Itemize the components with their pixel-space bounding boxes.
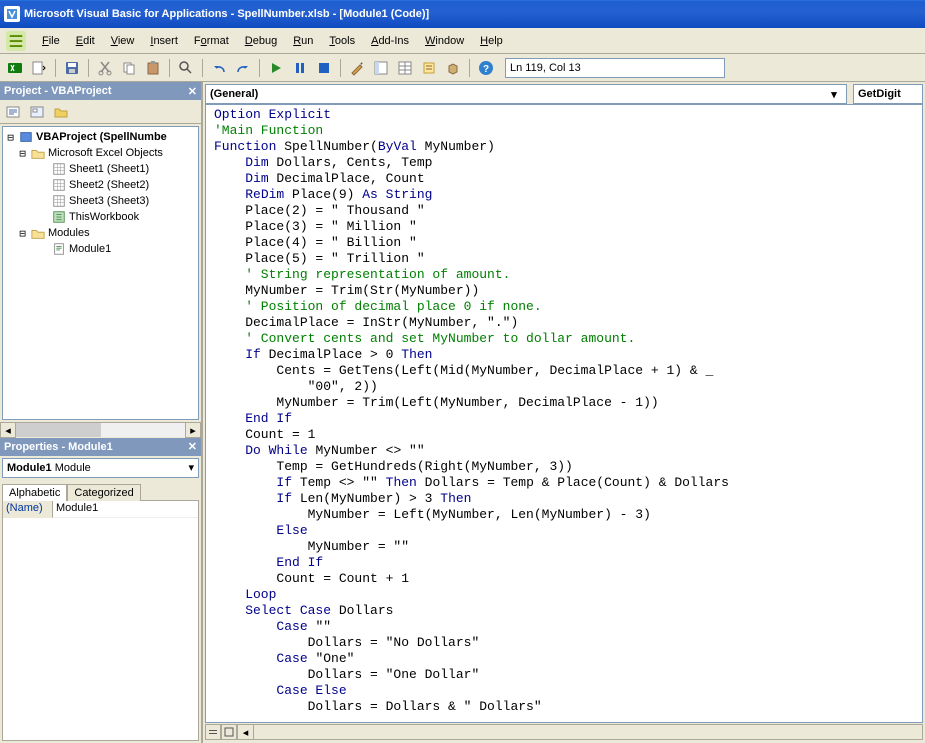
tree-module1[interactable]: Module1 xyxy=(5,241,196,257)
separator xyxy=(169,59,170,77)
project-tree[interactable]: ⊟ VBAProject (SpellNumbe ⊟ Microsoft Exc… xyxy=(2,126,199,420)
app-icon xyxy=(4,6,20,22)
menu-edit[interactable]: Edit xyxy=(68,32,103,50)
window-title: Microsoft Visual Basic for Applications … xyxy=(24,8,429,20)
run-button[interactable] xyxy=(265,57,287,79)
toggle-folders-button[interactable] xyxy=(50,101,72,123)
pause-button[interactable] xyxy=(289,57,311,79)
menu-format[interactable]: Format xyxy=(186,32,237,50)
help-button[interactable]: ? xyxy=(475,57,497,79)
separator xyxy=(340,59,341,77)
tab-categorized[interactable]: Categorized xyxy=(67,484,140,501)
tree-modules-folder[interactable]: ⊟ Modules xyxy=(5,225,196,241)
properties-window-button[interactable] xyxy=(394,57,416,79)
code-editor[interactable]: Option Explicit'Main FunctionFunction Sp… xyxy=(205,104,923,723)
sheet-icon xyxy=(51,162,67,176)
tree-sheet3[interactable]: Sheet3 (Sheet3) xyxy=(5,193,196,209)
close-icon[interactable]: ✕ xyxy=(188,440,197,453)
menu-run[interactable]: Run xyxy=(285,32,321,50)
procedure-view-button[interactable] xyxy=(205,724,221,740)
menu-view[interactable]: View xyxy=(103,32,143,50)
full-module-view-button[interactable] xyxy=(221,724,237,740)
scope-dropdown[interactable]: (General) ▾ xyxy=(205,84,847,104)
separator xyxy=(469,59,470,77)
design-mode-button[interactable] xyxy=(346,57,368,79)
menu-addins[interactable]: Add-Ins xyxy=(363,32,417,50)
expander-minus-icon[interactable]: ⊟ xyxy=(5,131,16,144)
excel-vba-icon xyxy=(6,31,26,51)
view-code-button[interactable] xyxy=(2,101,24,123)
cut-button[interactable] xyxy=(94,57,116,79)
close-icon[interactable]: ✕ xyxy=(188,85,197,98)
stop-button[interactable] xyxy=(313,57,335,79)
menu-bar: File Edit View Insert Format Debug Run T… xyxy=(0,28,925,54)
expander-minus-icon[interactable]: ⊟ xyxy=(17,147,28,160)
undo-button[interactable] xyxy=(208,57,230,79)
menu-tools[interactable]: Tools xyxy=(321,32,363,50)
project-icon xyxy=(18,130,34,144)
properties-grid[interactable]: (Name) Module1 xyxy=(2,500,199,742)
separator xyxy=(202,59,203,77)
chevron-down-icon: ▾ xyxy=(188,461,194,474)
menu-insert[interactable]: Insert xyxy=(142,32,186,50)
svg-text:?: ? xyxy=(483,64,489,75)
property-key: (Name) xyxy=(3,501,53,518)
cursor-position-display: Ln 119, Col 13 xyxy=(505,58,725,78)
find-button[interactable] xyxy=(175,57,197,79)
menu-file[interactable]: File xyxy=(34,32,68,50)
copy-button[interactable] xyxy=(118,57,140,79)
insert-module-dropdown[interactable] xyxy=(28,57,50,79)
module-icon xyxy=(51,242,67,256)
folder-open-icon xyxy=(30,226,46,240)
properties-object-dropdown[interactable]: Module1 Module ▾ xyxy=(2,458,199,478)
tab-alphabetic[interactable]: Alphabetic xyxy=(2,484,67,501)
sheet-icon xyxy=(51,178,67,192)
toolbox-button[interactable] xyxy=(442,57,464,79)
object-browser-button[interactable] xyxy=(418,57,440,79)
tree-sheet2[interactable]: Sheet2 (Sheet2) xyxy=(5,177,196,193)
properties-panel-title: Properties - Module1 ✕ xyxy=(0,438,201,456)
view-object-button[interactable] xyxy=(26,101,48,123)
expander-minus-icon[interactable]: ⊟ xyxy=(17,227,28,240)
code-horizontal-scrollbar[interactable]: ◂ xyxy=(237,724,923,740)
project-panel-title: Project - VBAProject ✕ xyxy=(0,82,201,100)
toolbar: ? Ln 119, Col 13 xyxy=(0,54,925,82)
project-horizontal-scrollbar[interactable]: ◂ ▸ xyxy=(0,422,201,438)
separator xyxy=(55,59,56,77)
tree-excel-objects-folder[interactable]: ⊟ Microsoft Excel Objects xyxy=(5,145,196,161)
property-value[interactable]: Module1 xyxy=(53,501,198,518)
redo-button[interactable] xyxy=(232,57,254,79)
save-button[interactable] xyxy=(61,57,83,79)
separator xyxy=(259,59,260,77)
menu-debug[interactable]: Debug xyxy=(237,32,285,50)
separator xyxy=(88,59,89,77)
menu-window[interactable]: Window xyxy=(417,32,472,50)
chevron-down-icon: ▾ xyxy=(826,88,842,101)
sheet-icon xyxy=(51,194,67,208)
property-row-name[interactable]: (Name) Module1 xyxy=(3,501,198,518)
view-excel-button[interactable] xyxy=(4,57,26,79)
scroll-left-icon[interactable]: ◂ xyxy=(0,422,16,438)
tree-thisworkbook[interactable]: ThisWorkbook xyxy=(5,209,196,225)
tree-sheet1[interactable]: Sheet1 (Sheet1) xyxy=(5,161,196,177)
procedure-dropdown[interactable]: GetDigit xyxy=(853,84,923,104)
scroll-right-icon[interactable]: ▸ xyxy=(185,422,201,438)
scroll-left-icon[interactable]: ◂ xyxy=(238,725,254,739)
tree-project-root[interactable]: ⊟ VBAProject (SpellNumbe xyxy=(5,129,196,145)
workbook-icon xyxy=(51,210,67,224)
menu-help[interactable]: Help xyxy=(472,32,511,50)
project-explorer-button[interactable] xyxy=(370,57,392,79)
folder-open-icon xyxy=(30,146,46,160)
paste-button[interactable] xyxy=(142,57,164,79)
title-bar: Microsoft Visual Basic for Applications … xyxy=(0,0,925,28)
project-panel-toolbar xyxy=(0,100,201,124)
